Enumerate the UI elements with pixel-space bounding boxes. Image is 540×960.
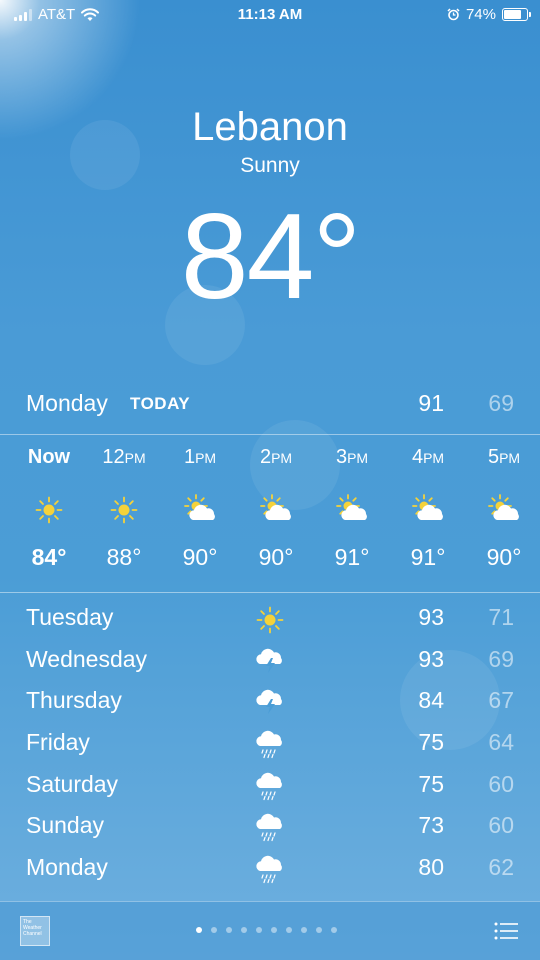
alarm-icon [447,8,460,21]
status-bar: AT&T 11:13 AM 74% [0,0,540,30]
divider [0,434,540,435]
hour-label: 1 [183,446,196,468]
day-high: 73 [418,812,444,839]
day-name: Saturday [26,770,119,797]
thunderstorm-icon [256,690,282,715]
daily-forecast[interactable]: Tuesday 93 71 Wednesday 93 69 Thursday 8… [26,600,514,892]
page-dot[interactable] [316,927,322,933]
day-low: 67 [488,687,514,714]
battery-percent: 74% [465,6,496,23]
current-condition: Sunny [240,154,300,177]
hourly-forecast[interactable]: Now 84° 12PM 88° 1PM 90° 2PM 90° 3PM 91°… [0,446,540,586]
day-low: 60 [488,812,514,839]
battery-icon [502,8,531,21]
page-dot[interactable] [301,927,307,933]
rain-icon [256,855,282,884]
day-high: 93 [418,645,444,672]
day-name: Monday [26,854,108,881]
rain-icon [256,772,282,800]
daily-row: Thursday 84 67 [26,683,514,725]
hour-temp: 90° [258,544,294,570]
page-dot[interactable] [256,927,262,933]
page-dot[interactable] [226,927,232,933]
day-low: 62 [488,854,514,881]
hour-temp: 90° [486,544,522,570]
day-name: Wednesday [26,645,148,672]
day-low: 69 [488,645,514,672]
current-temperature: 84° [180,188,362,324]
weather-channel-logo[interactable]: The Weather Channel [20,916,50,946]
hour-suffix: PM [499,450,521,466]
day-high: 75 [418,729,444,756]
city-name: Lebanon [192,105,348,149]
hour-temp: 88° [106,544,142,570]
hour-label: 2 [259,446,272,468]
day-low: 64 [488,729,514,756]
divider [0,592,540,593]
day-low: 71 [488,604,514,630]
hour-suffix: PM [124,450,146,466]
daily-row: Sunday 73 60 [26,808,514,850]
rain-icon [256,730,282,759]
today-low: 69 [488,390,514,416]
partly-cloudy-icon [260,494,291,520]
hour-suffix: PM [195,450,217,466]
sun-icon [256,606,284,634]
day-name: Sunday [26,812,105,839]
hour-suffix: PM [271,450,293,466]
hour-label: 12 [102,446,125,468]
day-name: Tuesday [26,604,114,630]
daily-row: Monday 80 62 [26,850,514,892]
day-high: 93 [418,604,444,630]
hour-suffix: PM [423,450,445,466]
daily-row: Saturday 75 60 [26,767,514,809]
hour-suffix: PM [347,450,369,466]
hour-temp: 84° [31,544,67,570]
day-high: 80 [418,854,444,881]
hour-label: 3 [335,446,348,468]
hour-temp: 91° [334,544,370,570]
partly-cloudy-icon [336,494,367,520]
bottom-toolbar: The Weather Channel [0,901,540,960]
status-right: 74% [447,6,531,23]
page-dot[interactable] [286,927,292,933]
page-dot[interactable] [331,927,337,933]
day-high: 84 [418,687,444,714]
sun-icon [110,496,138,524]
today-high: 91 [418,390,444,416]
hour-label: 5 [487,446,500,468]
hour-label: Now [27,446,71,468]
thunderstorm-icon [256,648,282,673]
page-dot[interactable] [271,927,277,933]
partly-cloudy-icon [412,494,443,520]
page-dot[interactable] [211,927,217,933]
today-summary: Monday TODAY 91 69 [26,386,514,422]
daily-row: Tuesday 93 71 [26,600,514,642]
hour-temp: 90° [182,544,218,570]
day-high: 75 [418,770,444,797]
page-dot[interactable] [196,927,202,933]
list-icon[interactable] [494,922,518,940]
daily-row: Wednesday 93 69 [26,642,514,684]
rain-icon [256,814,282,842]
page-dot[interactable] [241,927,247,933]
today-label: TODAY [130,394,191,413]
today-day: Monday [26,390,108,416]
daily-row: Friday 75 64 [26,725,514,767]
partly-cloudy-icon [184,494,215,520]
day-name: Thursday [26,687,122,714]
sun-icon [35,496,63,524]
day-name: Friday [26,729,90,756]
partly-cloudy-icon [488,494,519,520]
page-indicator[interactable] [196,927,337,933]
day-low: 60 [488,770,514,797]
hour-label: 4 [411,446,424,468]
hour-temp: 91° [410,544,446,570]
